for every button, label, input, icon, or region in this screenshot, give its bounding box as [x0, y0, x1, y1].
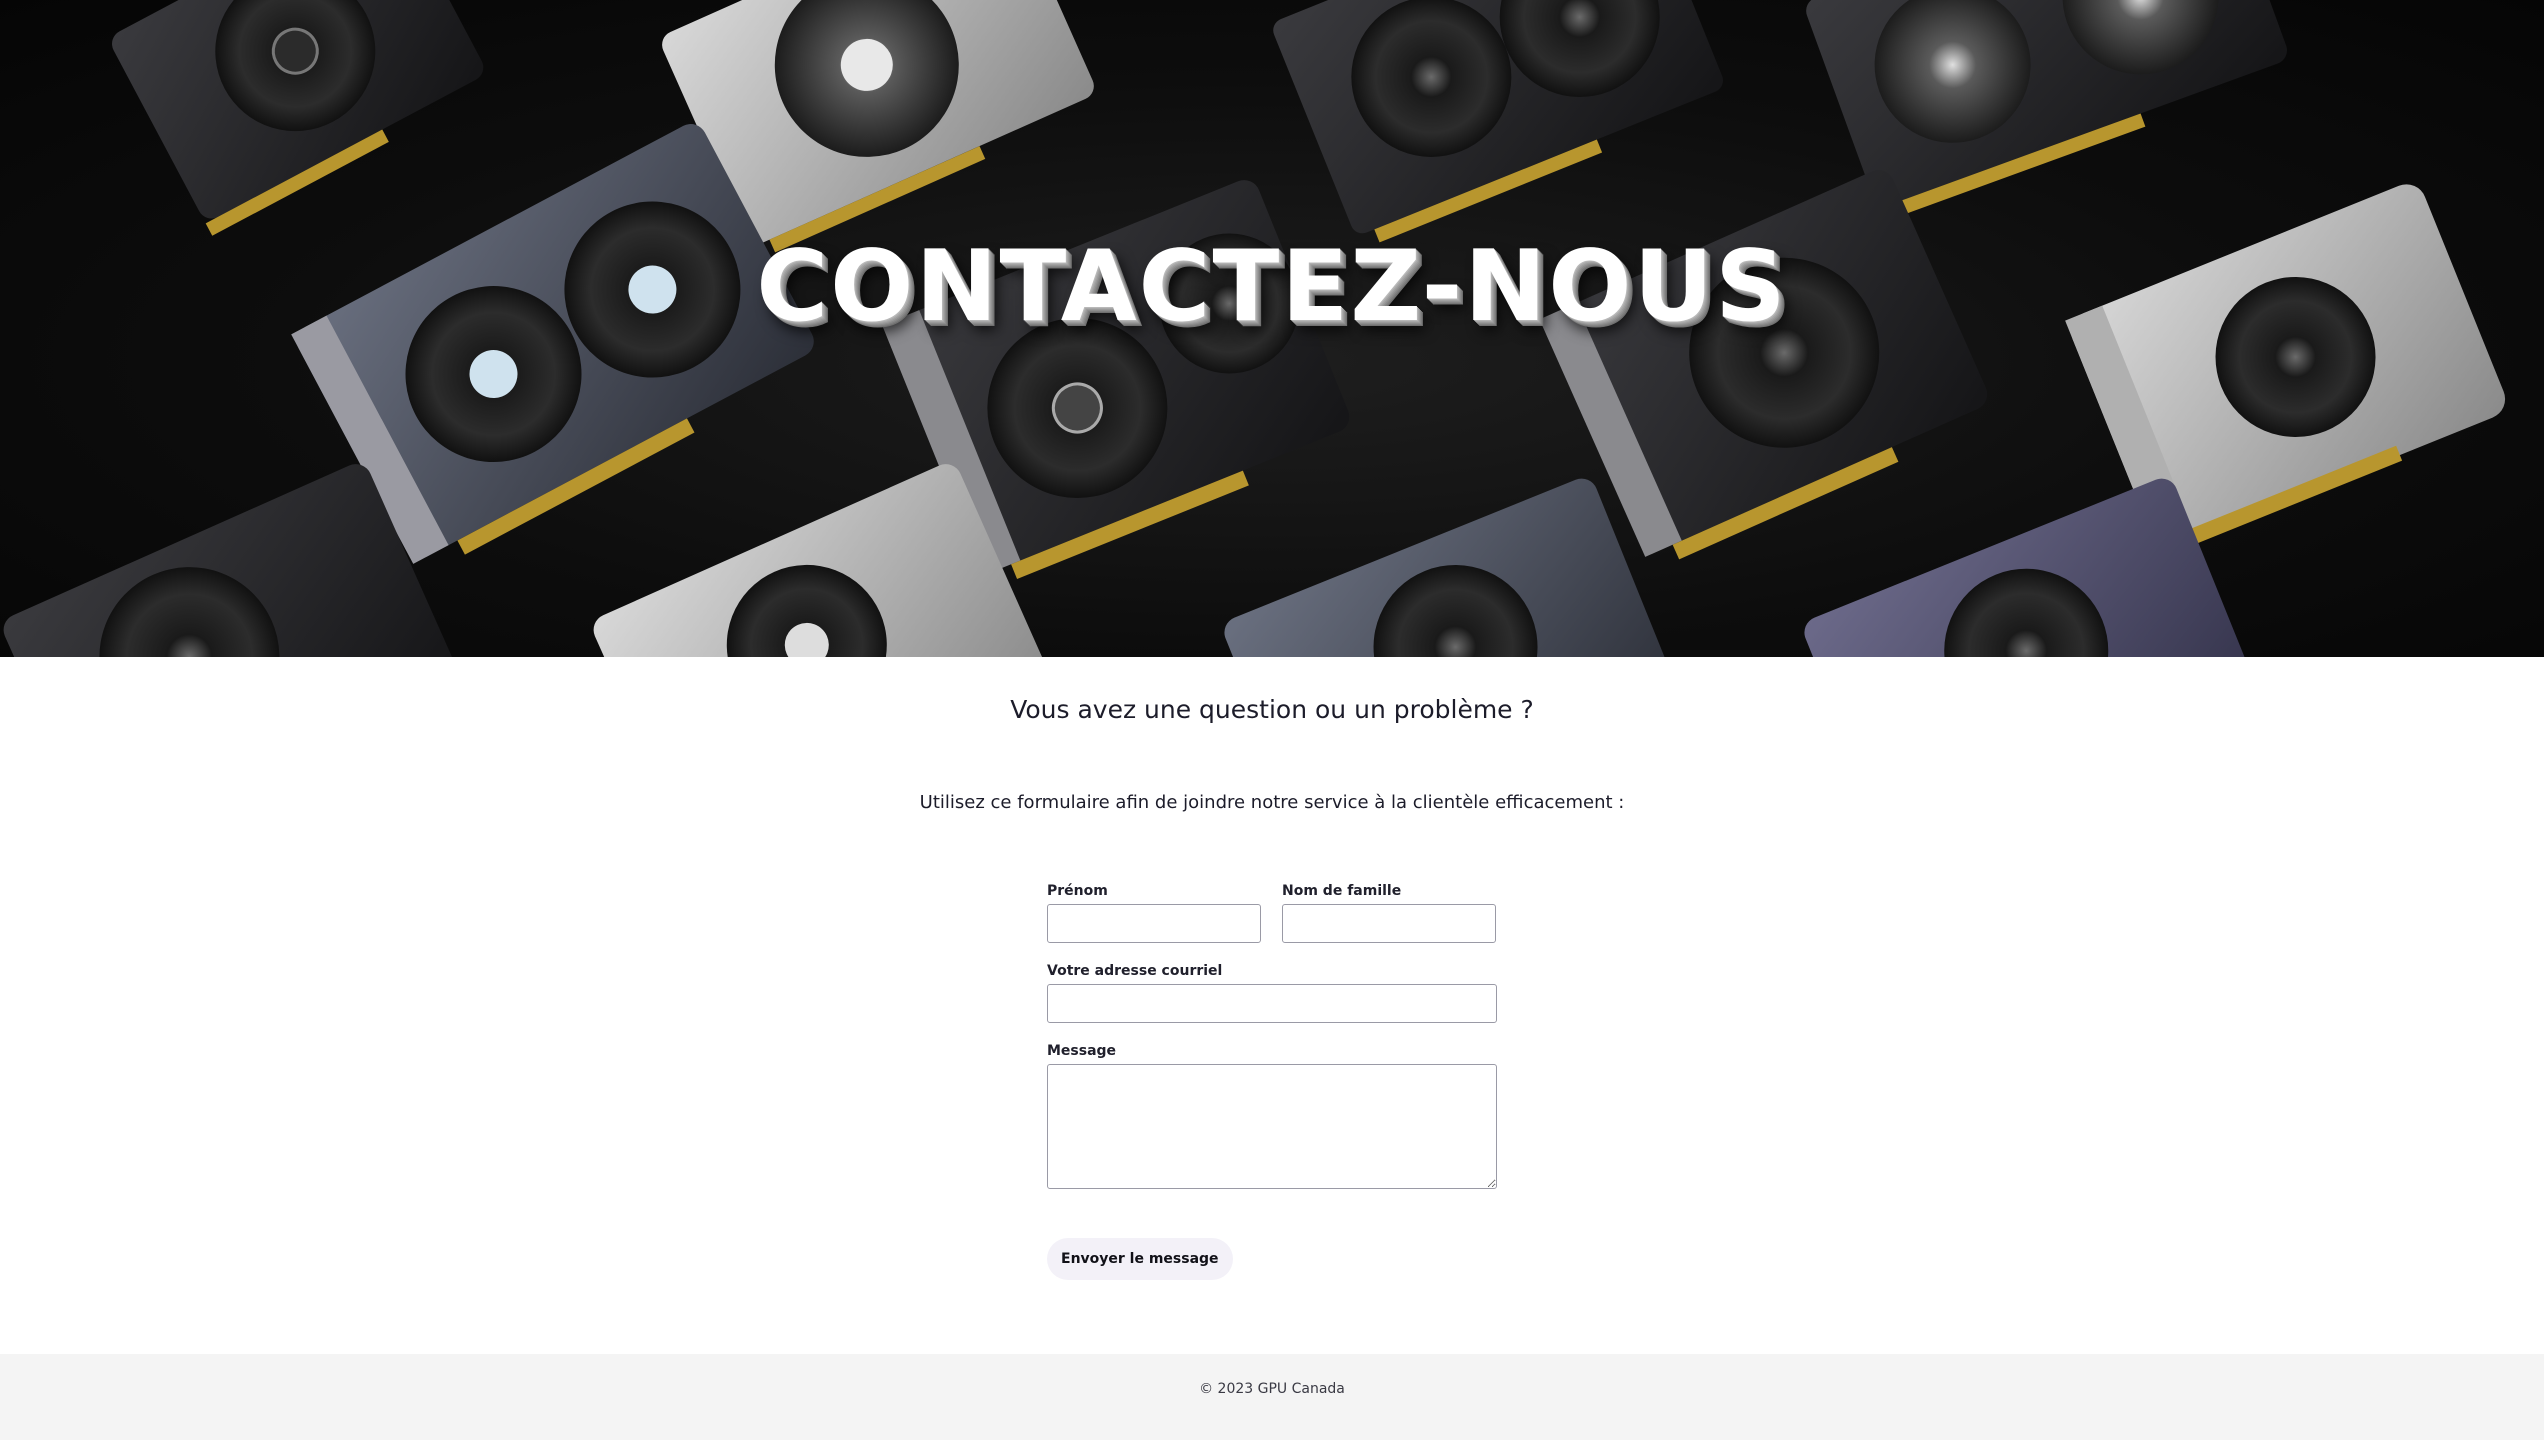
message-group: Message — [1047, 1043, 1497, 1189]
name-row: Prénom Nom de famille — [1047, 883, 1497, 943]
section-heading: Vous avez une question ou un problème ? — [1010, 695, 1534, 724]
contact-section: Vous avez une question ou un problème ? … — [0, 657, 2544, 1354]
last-name-input[interactable] — [1282, 904, 1496, 943]
contact-form: Prénom Nom de famille Votre adresse cour… — [1047, 883, 1497, 1189]
message-label: Message — [1047, 1043, 1117, 1059]
send-message-button[interactable]: Envoyer le message — [1047, 1238, 1233, 1280]
first-name-input[interactable] — [1047, 904, 1261, 943]
message-textarea[interactable] — [1047, 1064, 1497, 1189]
email-label: Votre adresse courriel — [1047, 963, 1223, 979]
first-name-label: Prénom — [1047, 883, 1108, 899]
page-title: CONTACTEZ-NOUS — [756, 230, 1788, 344]
copyright-text: © 2023 GPU Canada — [1199, 1381, 1345, 1397]
intro-text: Utilisez ce formulaire afin de joindre n… — [919, 792, 1625, 813]
hero-banner: CONTACTEZ-NOUS — [0, 0, 2544, 657]
footer: © 2023 GPU Canada — [0, 1354, 2544, 1440]
last-name-group: Nom de famille — [1282, 883, 1496, 943]
first-name-group: Prénom — [1047, 883, 1261, 943]
email-group: Votre adresse courriel — [1047, 963, 1497, 1023]
last-name-label: Nom de famille — [1282, 883, 1402, 899]
email-input[interactable] — [1047, 984, 1497, 1023]
